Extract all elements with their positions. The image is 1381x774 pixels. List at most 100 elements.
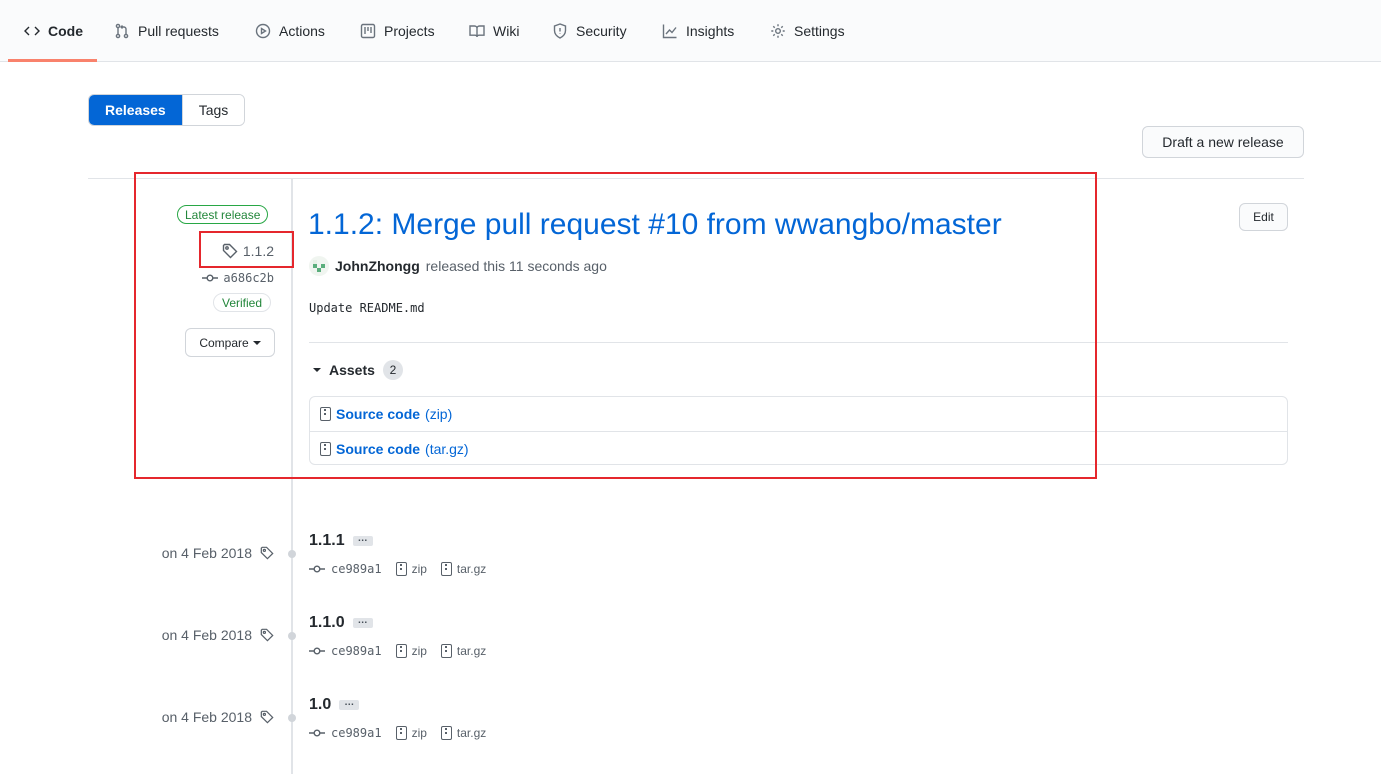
commit-sha[interactable]: ce989a1	[331, 644, 382, 658]
zip-link[interactable]: zip	[395, 562, 427, 576]
release-commit[interactable]: a686c2b	[202, 270, 274, 286]
zip-link[interactable]: zip	[395, 726, 427, 740]
tab-code[interactable]: Code	[24, 0, 83, 62]
expand-ellipsis-button[interactable]: …	[339, 698, 360, 710]
tag-name[interactable]: 1.1.0	[309, 614, 345, 632]
file-zip-icon	[320, 441, 331, 456]
releases-tags-toggle: Releases Tags	[88, 94, 246, 126]
commit-icon	[202, 274, 219, 282]
asset-ext: (tar.gz)	[425, 440, 469, 457]
repo-nav: Code Pull requests Actions Projects Wiki…	[0, 0, 1381, 62]
release-date-line: on 4 Feb 2018	[162, 709, 274, 725]
release-date: on 4 Feb 2018	[161, 709, 252, 725]
author-name[interactable]: JohnZhongg	[335, 258, 420, 274]
asset-source-zip[interactable]: Source code (zip)	[310, 397, 1287, 431]
releases-tab[interactable]: Releases	[89, 95, 182, 125]
tab-projects[interactable]: Projects	[360, 0, 435, 62]
file-zip-icon	[395, 726, 407, 740]
tag-icon	[260, 546, 274, 560]
asset-name: Source code	[336, 440, 421, 457]
zip-link[interactable]: zip	[395, 644, 427, 658]
targz-link[interactable]: tar.gz	[440, 644, 487, 658]
release-tag-title: 1.1.1 …	[309, 532, 373, 550]
commit-sha[interactable]: ce989a1	[331, 562, 382, 576]
assets-label: Assets	[329, 362, 375, 378]
tab-label: Settings	[794, 23, 845, 39]
targz-label: tar.gz	[456, 644, 487, 658]
released-time: released this 11 seconds ago	[425, 258, 607, 274]
file-zip-icon	[440, 644, 452, 658]
zip-label: zip	[411, 562, 427, 576]
verified-badge[interactable]: Verified	[213, 293, 272, 312]
tag-name[interactable]: 1.0	[309, 696, 331, 714]
tag-name[interactable]: 1.1.1	[309, 532, 345, 550]
tags-tab[interactable]: Tags	[181, 95, 245, 125]
tab-wiki[interactable]: Wiki	[469, 0, 519, 62]
release-tag-label: 1.1.2	[242, 243, 274, 259]
divider	[309, 342, 1288, 343]
shield-icon	[553, 23, 567, 39]
edit-button[interactable]: Edit	[1239, 203, 1288, 231]
targz-label: tar.gz	[456, 726, 487, 740]
targz-label: tar.gz	[456, 562, 487, 576]
avatar[interactable]	[309, 256, 329, 276]
assets-count: 2	[382, 360, 403, 380]
targz-link[interactable]: tar.gz	[440, 726, 487, 740]
assets-toggle[interactable]: Assets 2	[313, 360, 403, 380]
file-zip-icon	[320, 407, 331, 421]
compare-button[interactable]: Compare	[185, 328, 275, 357]
tab-pull-requests[interactable]: Pull requests	[114, 0, 219, 62]
tab-actions[interactable]: Actions	[255, 0, 325, 62]
release-links: ce989a1 zip tar.gz	[309, 643, 486, 659]
targz-link[interactable]: tar.gz	[440, 562, 487, 576]
commit-sha[interactable]: ce989a1	[331, 726, 382, 740]
expand-ellipsis-button[interactable]: …	[352, 616, 373, 628]
caret-down-icon	[252, 340, 261, 345]
pull-request-icon	[115, 23, 129, 39]
release-links: ce989a1 zip tar.gz	[309, 725, 486, 741]
file-zip-icon	[395, 644, 407, 658]
tag-icon	[222, 243, 238, 259]
expand-ellipsis-button[interactable]: …	[352, 534, 373, 546]
release-date-line: on 4 Feb 2018	[162, 545, 274, 561]
asset-name: Source code	[336, 406, 421, 422]
tab-label: Insights	[686, 23, 735, 39]
release-date: on 4 Feb 2018	[161, 545, 252, 561]
tab-settings[interactable]: Settings	[770, 0, 845, 62]
timeline-dot	[288, 714, 296, 722]
divider	[88, 178, 1304, 179]
asset-ext: (zip)	[425, 406, 453, 422]
tab-insights[interactable]: Insights	[662, 0, 734, 62]
release-tag[interactable]: 1.1.2	[222, 243, 274, 259]
zip-label: zip	[411, 726, 427, 740]
tag-icon	[260, 710, 274, 724]
graph-icon	[662, 24, 677, 39]
release-links: ce989a1 zip tar.gz	[309, 561, 486, 577]
draft-release-button[interactable]: Draft a new release	[1142, 126, 1304, 158]
release-tag-title: 1.0 …	[309, 696, 360, 714]
gear-icon	[771, 24, 785, 38]
asset-source-targz[interactable]: Source code (tar.gz)	[310, 431, 1287, 465]
commit-icon	[309, 647, 325, 655]
timeline-dot	[288, 632, 296, 640]
commit-icon	[309, 729, 325, 737]
timeline-dot	[288, 550, 296, 558]
tab-label: Pull requests	[138, 23, 219, 39]
tab-label: Projects	[384, 23, 435, 39]
tab-security[interactable]: Security	[552, 0, 627, 62]
release-tag-title: 1.1.0 …	[309, 614, 373, 632]
play-icon	[255, 23, 271, 39]
timeline-line	[291, 179, 293, 774]
release-title[interactable]: 1.1.2: Merge pull request #10 from wwang…	[308, 208, 1002, 242]
file-zip-icon	[395, 562, 407, 576]
commit-sha: a686c2b	[223, 271, 274, 285]
caret-down-icon	[313, 368, 321, 372]
tag-icon	[260, 628, 274, 642]
file-zip-icon	[440, 562, 452, 576]
assets-list: Source code (zip) Source code (tar.gz)	[309, 396, 1288, 465]
book-icon	[469, 25, 485, 38]
file-zip-icon	[440, 726, 452, 740]
code-icon	[24, 26, 40, 36]
tab-label: Wiki	[493, 23, 520, 39]
tab-label: Code	[48, 23, 83, 39]
